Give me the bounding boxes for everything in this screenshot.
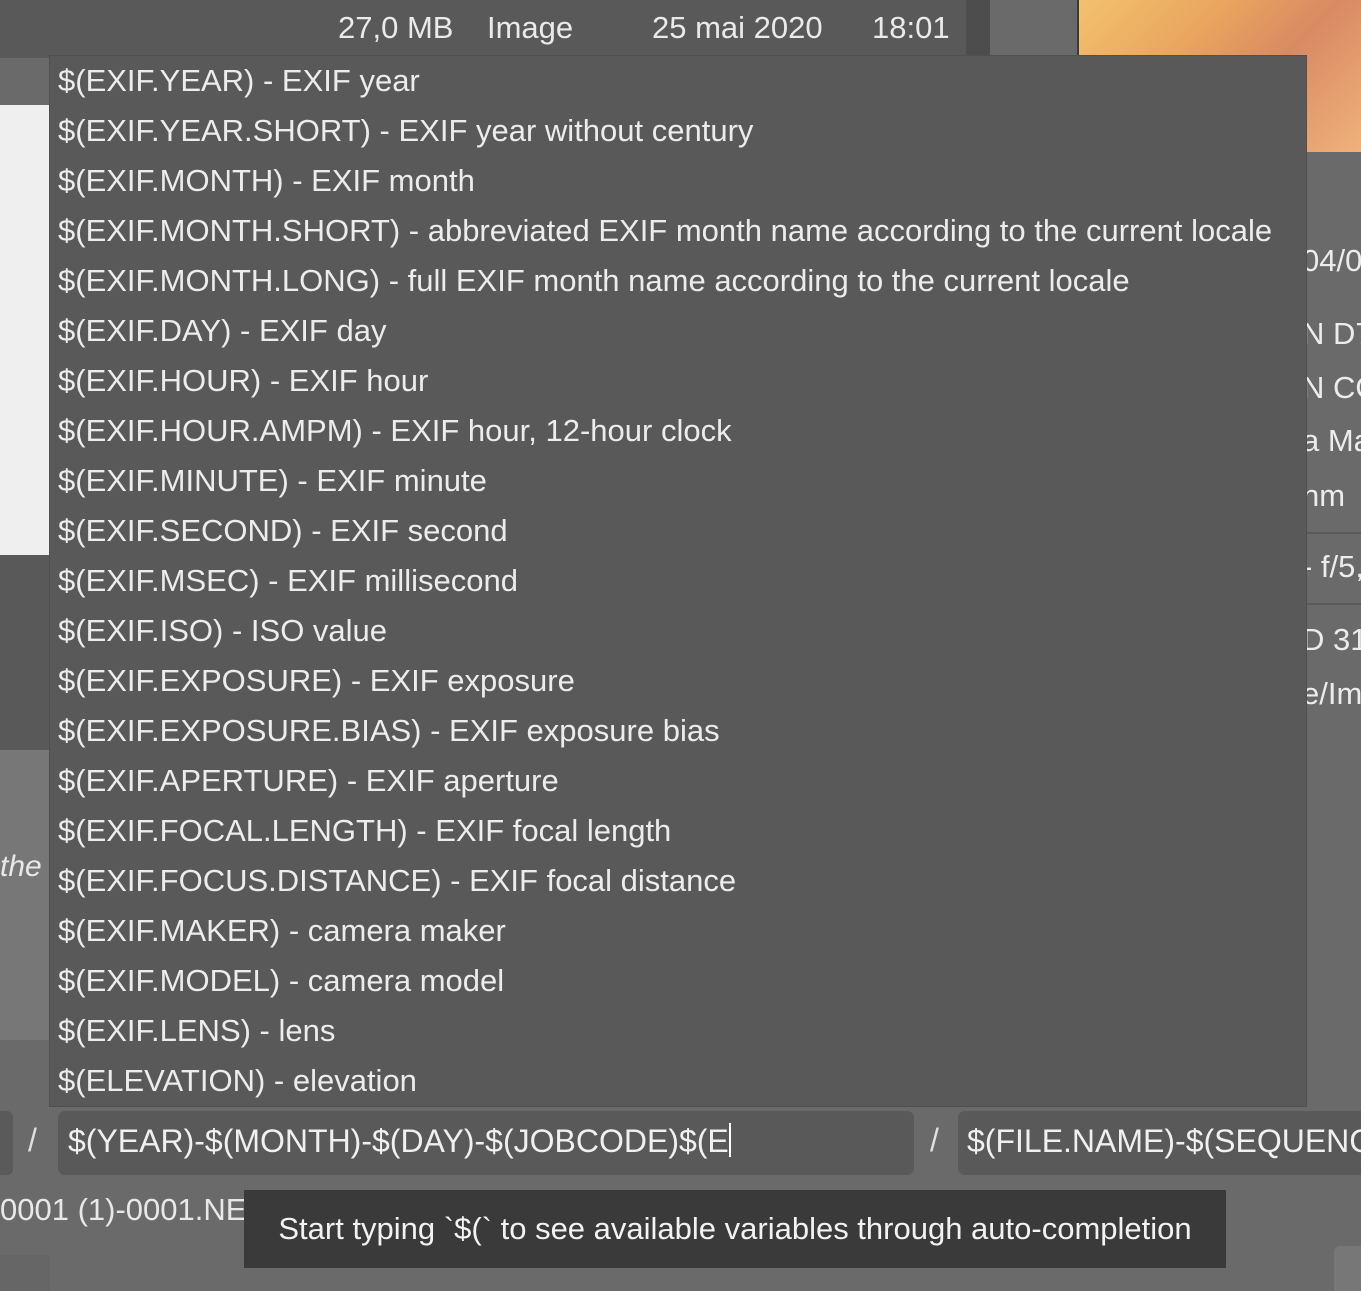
metadata-maker: N CO [1302, 370, 1361, 405]
autocomplete-popup[interactable]: $(EXIF.YEAR) - EXIF year $(EXIF.YEAR.SHOR… [50, 56, 1306, 1106]
metadata-iso: D 31 [1302, 622, 1361, 657]
file-list-row[interactable]: 27,0 MB Image 25 mai 2020 18:01 [0, 0, 966, 58]
metadata-lens: a Ma [1302, 423, 1361, 458]
autocomplete-item[interactable]: $(EXIF.LENS) - lens [50, 1006, 1306, 1056]
autocomplete-item[interactable]: $(EXIF.MONTH) - EXIF month [50, 156, 1306, 206]
left-panel-dark [0, 555, 50, 750]
autocomplete-item[interactable]: $(ELEVATION) - elevation [50, 1056, 1306, 1106]
autocomplete-item[interactable]: $(EXIF.SECOND) - EXIF second [50, 506, 1306, 556]
filename-pattern-value: $(FILE.NAME)-$(SEQUENCE) [967, 1123, 1361, 1159]
path-separator: / [930, 1122, 939, 1158]
hint-tooltip: Start typing `$(` to see available varia… [244, 1190, 1226, 1268]
metadata-camera: N D7 [1302, 316, 1361, 351]
metadata-path: e/Im [1302, 676, 1361, 711]
autocomplete-item[interactable]: $(EXIF.MAKER) - camera maker [50, 906, 1306, 956]
filename-preview: 0001 (1)-0001.NE [0, 1192, 247, 1227]
autocomplete-list[interactable]: $(EXIF.YEAR) - EXIF year $(EXIF.YEAR.SHOR… [50, 56, 1306, 1106]
autocomplete-item[interactable]: $(EXIF.FOCAL.LENGTH) - EXIF focal length [50, 806, 1306, 856]
autocomplete-item[interactable]: $(EXIF.HOUR) - EXIF hour [50, 356, 1306, 406]
destination-folder-input[interactable] [0, 1111, 13, 1175]
left-panel-text: the [0, 850, 42, 883]
scrollbar[interactable] [966, 0, 990, 58]
metadata-exposure: - f/5, [1302, 549, 1361, 584]
filename-pattern-input[interactable]: $(FILE.NAME)-$(SEQUENCE) [958, 1111, 1361, 1175]
metadata-divider [1306, 532, 1361, 534]
file-type: Image [487, 10, 574, 45]
autocomplete-item[interactable]: $(EXIF.MINUTE) - EXIF minute [50, 456, 1306, 506]
metadata-panel [1306, 152, 1361, 1052]
metadata-focal: nm [1302, 478, 1346, 513]
path-separator: / [28, 1122, 37, 1158]
bottom-right-button[interactable] [1334, 1246, 1361, 1291]
autocomplete-item[interactable]: $(EXIF.HOUR.AMPM) - EXIF hour, 12-hour c… [50, 406, 1306, 456]
file-size: 27,0 MB [338, 10, 454, 45]
autocomplete-item[interactable]: $(EXIF.YEAR.SHORT) - EXIF year without c… [50, 106, 1306, 156]
bottom-left-panel [0, 1255, 50, 1291]
autocomplete-item[interactable]: $(EXIF.DAY) - EXIF day [50, 306, 1306, 356]
left-panel-light [0, 105, 50, 555]
panel-gap [990, 0, 1077, 58]
metadata-date: 04/0 [1302, 243, 1361, 278]
autocomplete-item[interactable]: $(EXIF.MSEC) - EXIF millisecond [50, 556, 1306, 606]
autocomplete-item[interactable]: $(EXIF.MONTH.LONG) - full EXIF month nam… [50, 256, 1306, 306]
autocomplete-item[interactable]: $(EXIF.YEAR) - EXIF year [50, 56, 1306, 106]
autocomplete-item[interactable]: $(EXIF.EXPOSURE.BIAS) - EXIF exposure bi… [50, 706, 1306, 756]
autocomplete-item[interactable]: $(EXIF.APERTURE) - EXIF aperture [50, 756, 1306, 806]
autocomplete-item[interactable]: $(EXIF.EXPOSURE) - EXIF exposure [50, 656, 1306, 706]
subfolder-pattern-input[interactable]: $(YEAR)-$(MONTH)-$(DAY)-$(JOBCODE)$(E [58, 1111, 914, 1175]
text-caret [728, 1123, 731, 1157]
autocomplete-item[interactable]: $(EXIF.ISO) - ISO value [50, 606, 1306, 656]
subfolder-pattern-value: $(YEAR)-$(MONTH)-$(DAY)-$(JOBCODE)$(E [68, 1123, 729, 1159]
file-date: 25 mai 2020 [652, 10, 823, 45]
metadata-divider [1306, 603, 1361, 605]
file-time: 18:01 [872, 10, 950, 45]
left-panel-mid [0, 750, 50, 1040]
autocomplete-item[interactable]: $(EXIF.MONTH.SHORT) - abbreviated EXIF m… [50, 206, 1306, 256]
autocomplete-item[interactable]: $(EXIF.MODEL) - camera model [50, 956, 1306, 1006]
autocomplete-item[interactable]: $(EXIF.FOCUS.DISTANCE) - EXIF focal dist… [50, 856, 1306, 906]
